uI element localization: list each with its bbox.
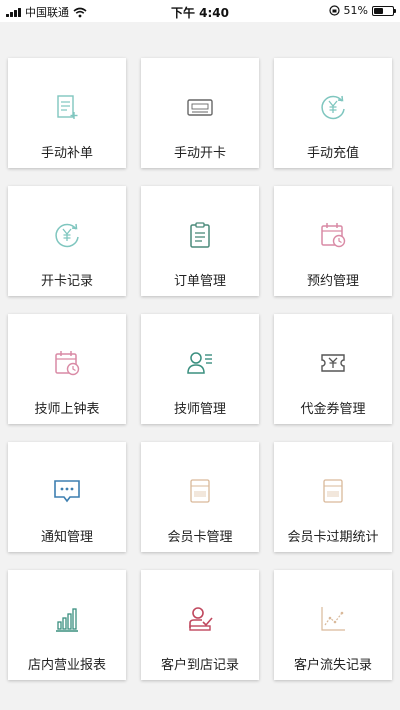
calendar-clock-icon — [318, 220, 348, 250]
menu-tile-label: 技师管理 — [173, 402, 226, 417]
menu-tile-label: 店内营业报表 — [27, 658, 106, 673]
menu-tile-12[interactable]: 会员卡过期统计 — [274, 442, 392, 552]
menu-tile-4[interactable]: 开卡记录 — [8, 186, 126, 296]
menu-tile-2[interactable]: 手动开卡 — [141, 58, 259, 168]
menu-tile-14[interactable]: 客户到店记录 — [141, 570, 259, 680]
bar-chart-icon — [52, 604, 82, 634]
menu-tile-label: 开卡记录 — [40, 274, 93, 289]
menu-tile-label: 会员卡过期统计 — [287, 530, 379, 545]
menu-tile-13[interactable]: 店内营业报表 — [8, 570, 126, 680]
clipboard-icon — [185, 220, 215, 250]
yuan-refresh-icon — [52, 220, 82, 250]
menu-tile-label: 预约管理 — [306, 274, 359, 289]
card-icon — [185, 92, 215, 122]
yuan-refresh-icon — [318, 92, 348, 122]
menu-tile-label: 会员卡管理 — [167, 530, 233, 545]
menu-tile-label: 手动充值 — [306, 146, 359, 161]
menu-tile-15[interactable]: 客户流失记录 — [274, 570, 392, 680]
battery-percent: 51% — [343, 4, 368, 17]
chat-bubble-icon — [52, 476, 82, 506]
menu-tile-label: 手动开卡 — [173, 146, 226, 161]
menu-tile-3[interactable]: 手动充值 — [274, 58, 392, 168]
menu-tile-label: 手动补单 — [40, 146, 93, 161]
menu-tile-7[interactable]: 技师上钟表 — [8, 314, 126, 424]
status-right: 51% — [328, 4, 396, 17]
rotation-lock-icon — [328, 5, 340, 16]
document-add-icon — [52, 92, 82, 122]
menu-tile-8[interactable]: 技师管理 — [141, 314, 259, 424]
person-check-icon — [185, 604, 215, 634]
person-list-icon — [185, 348, 215, 378]
battery-fill — [374, 7, 384, 14]
menu-tile-label: 代金券管理 — [300, 402, 366, 417]
status-bar: 中国联通 下午 4:40 51% — [0, 0, 400, 22]
line-chart-icon — [318, 604, 348, 634]
menu-tile-label: 技师上钟表 — [34, 402, 100, 417]
menu-tile-11[interactable]: 会员卡管理 — [141, 442, 259, 552]
vip-card-icon — [318, 476, 348, 506]
voucher-icon — [318, 348, 348, 378]
menu-tile-5[interactable]: 订单管理 — [141, 186, 259, 296]
menu-tile-10[interactable]: 通知管理 — [8, 442, 126, 552]
menu-tile-label: 客户到店记录 — [160, 658, 239, 673]
menu-tile-label: 通知管理 — [40, 530, 93, 545]
battery-icon — [372, 5, 396, 16]
menu-tile-label: 订单管理 — [173, 274, 226, 289]
vip-card-icon — [185, 476, 215, 506]
menu-tile-label: 客户流失记录 — [293, 658, 372, 673]
menu-tile-6[interactable]: 预约管理 — [274, 186, 392, 296]
menu-tile-1[interactable]: 手动补单 — [8, 58, 126, 168]
menu-tile-9[interactable]: 代金券管理 — [274, 314, 392, 424]
calendar-clock-icon — [52, 348, 82, 378]
